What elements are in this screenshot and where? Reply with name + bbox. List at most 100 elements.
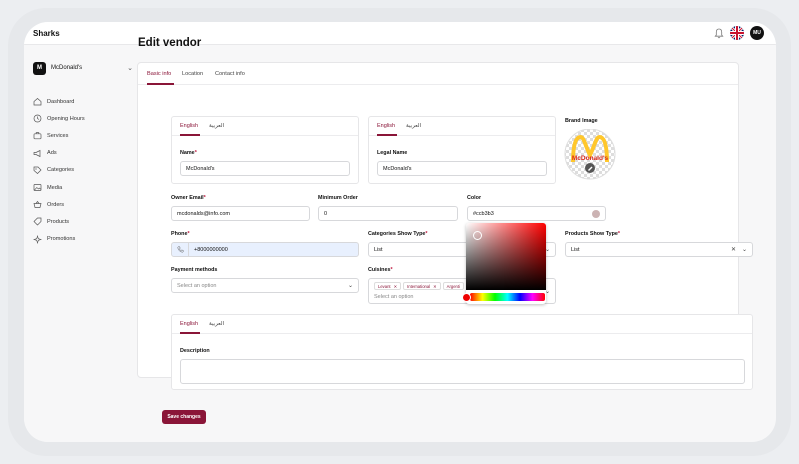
- remove-chip-icon[interactable]: ✕: [394, 284, 398, 289]
- vendor-selector[interactable]: M McDonald's ⌄: [33, 61, 133, 75]
- sidebar-item-promotions[interactable]: Promotions: [33, 231, 85, 248]
- lang-tab-english[interactable]: English: [180, 123, 198, 129]
- sidebar-item-services[interactable]: Services: [33, 127, 85, 144]
- color-value: #ccb3b3: [473, 210, 494, 217]
- description-lang-tabs: English العربية: [172, 315, 752, 334]
- cuisine-chip: International ✕: [403, 282, 441, 290]
- chevron-down-icon: ⌄: [347, 283, 353, 289]
- vendor-logo: M: [33, 61, 46, 75]
- sidebar-item-label: Promotions: [47, 236, 76, 243]
- sidebar-item-orders[interactable]: Orders: [33, 196, 85, 213]
- payment-methods-select[interactable]: Select an option ⌄: [171, 278, 359, 293]
- sidebar-item-categories[interactable]: Categories: [33, 162, 85, 179]
- megaphone-icon: [33, 149, 41, 157]
- sidebar-item-label: Orders: [47, 201, 65, 208]
- description-label: Description: [180, 348, 210, 354]
- name-label: Name*: [180, 150, 197, 156]
- legal-name-input[interactable]: McDonald's: [377, 161, 547, 176]
- products-show-type-select[interactable]: List ✕ ⌄: [565, 242, 753, 257]
- minimum-order-input[interactable]: 0: [318, 206, 458, 221]
- lang-tab-english[interactable]: English: [377, 123, 395, 129]
- categories-show-type-label: Categories Show Type*: [368, 231, 428, 237]
- tab-contact-info[interactable]: Contact info: [215, 71, 245, 77]
- sidebar-item-label: Media: [47, 184, 63, 191]
- description-textarea[interactable]: [180, 359, 745, 384]
- cuisines-label: Cuisines*: [368, 267, 393, 273]
- lang-tab-indicator: [180, 332, 200, 334]
- products-show-type-value: List: [571, 246, 580, 253]
- color-input[interactable]: #ccb3b3: [467, 206, 606, 221]
- label-icon: [33, 218, 42, 226]
- phone-label: Phone*: [171, 231, 190, 237]
- briefcase-icon: [33, 132, 42, 140]
- sidebar-item-dashboard[interactable]: Dashboard: [33, 93, 85, 110]
- basket-icon: [33, 201, 42, 209]
- active-tab-indicator: [147, 83, 174, 85]
- phone-icon: [172, 243, 189, 256]
- sidebar-item-media[interactable]: Media: [33, 179, 85, 196]
- sparkle-icon: [33, 234, 42, 244]
- sidebar-item-products[interactable]: Products: [33, 213, 85, 230]
- color-swatch[interactable]: [592, 210, 600, 218]
- form-tabs: Basic info Location Contact info: [138, 63, 738, 85]
- lang-tab-indicator: [180, 134, 200, 136]
- image-icon: [33, 184, 42, 191]
- bell-icon[interactable]: [714, 28, 724, 39]
- cuisine-chip: Levant ✕: [374, 282, 402, 290]
- sidebar-item-opening-hours[interactable]: Opening Hours: [33, 110, 85, 127]
- sidebar-item-label: Products: [47, 218, 70, 225]
- sidebar-item-label: Ads: [47, 150, 57, 157]
- tab-location[interactable]: Location: [182, 71, 203, 77]
- page-title: Edit vendor: [138, 37, 202, 49]
- name-language-box: English العربية Name* McDonald's: [171, 116, 359, 184]
- description-language-box: English العربية Description: [171, 314, 753, 390]
- sidebar-item-label: Services: [47, 132, 69, 139]
- brand-logo-text: McDonald's: [572, 155, 609, 162]
- payment-methods-label: Payment methods: [171, 267, 218, 273]
- categories-show-type-value: List: [374, 246, 383, 253]
- vendor-name: McDonald's: [51, 65, 83, 71]
- cuisines-chips: Levant ✕ International ✕ Argenti: [374, 282, 466, 290]
- sidebar-item-ads[interactable]: Ads: [33, 145, 85, 162]
- lang-tab-english[interactable]: English: [180, 321, 198, 327]
- remove-chip-icon[interactable]: ✕: [433, 284, 437, 289]
- color-label: Color: [467, 195, 482, 201]
- lang-tab-indicator: [377, 134, 397, 136]
- lang-tab-arabic[interactable]: العربية: [209, 321, 224, 327]
- top-bar: Sharks MU: [24, 22, 776, 45]
- lang-tab-arabic[interactable]: العربية: [209, 123, 224, 129]
- phone-value: +8000000000: [194, 246, 228, 253]
- cuisine-chip: Argenti: [442, 282, 464, 290]
- products-show-type-label: Products Show Type*: [565, 231, 621, 237]
- sidebar-item-label: Categories: [47, 167, 75, 174]
- tag-icon: [33, 166, 42, 174]
- sidebar: M McDonald's ⌄ Dashboard Opening Hours S…: [24, 45, 152, 442]
- name-lang-tabs: English العربية: [172, 117, 358, 136]
- tab-basic-info[interactable]: Basic info: [147, 71, 171, 77]
- lang-tab-arabic[interactable]: العربية: [406, 123, 421, 129]
- hue-slider[interactable]: [470, 293, 545, 301]
- brand-image-upload[interactable]: McDonald's: [563, 129, 617, 181]
- cuisines-placeholder: Select an option: [374, 294, 414, 300]
- home-icon: [33, 98, 42, 106]
- color-picker-popover: [462, 223, 546, 304]
- owner-email-input[interactable]: mcdonalds@info.com: [171, 206, 310, 221]
- payment-methods-placeholder: Select an option: [177, 282, 217, 289]
- saturation-handle[interactable]: [473, 231, 482, 240]
- phone-input[interactable]: +8000000000: [171, 242, 359, 257]
- brand-name: Sharks: [33, 29, 60, 38]
- uk-flag-icon[interactable]: [730, 26, 744, 40]
- legal-name-label: Legal Name: [377, 150, 408, 156]
- user-avatar[interactable]: MU: [750, 26, 764, 40]
- sidebar-item-label: Dashboard: [47, 98, 75, 105]
- clear-icon[interactable]: ✕: [731, 246, 736, 253]
- legal-lang-tabs: English العربية: [369, 117, 555, 136]
- hue-handle[interactable]: [462, 293, 471, 302]
- minimum-order-label: Minimum Order: [318, 195, 358, 201]
- clock-icon: [33, 114, 42, 123]
- save-changes-button[interactable]: Save changes: [162, 410, 206, 424]
- chevron-down-icon: ⌄: [127, 65, 133, 72]
- name-input[interactable]: McDonald's: [180, 161, 350, 176]
- owner-email-label: Owner Email*: [171, 195, 206, 201]
- sidebar-item-label: Opening Hours: [47, 115, 85, 122]
